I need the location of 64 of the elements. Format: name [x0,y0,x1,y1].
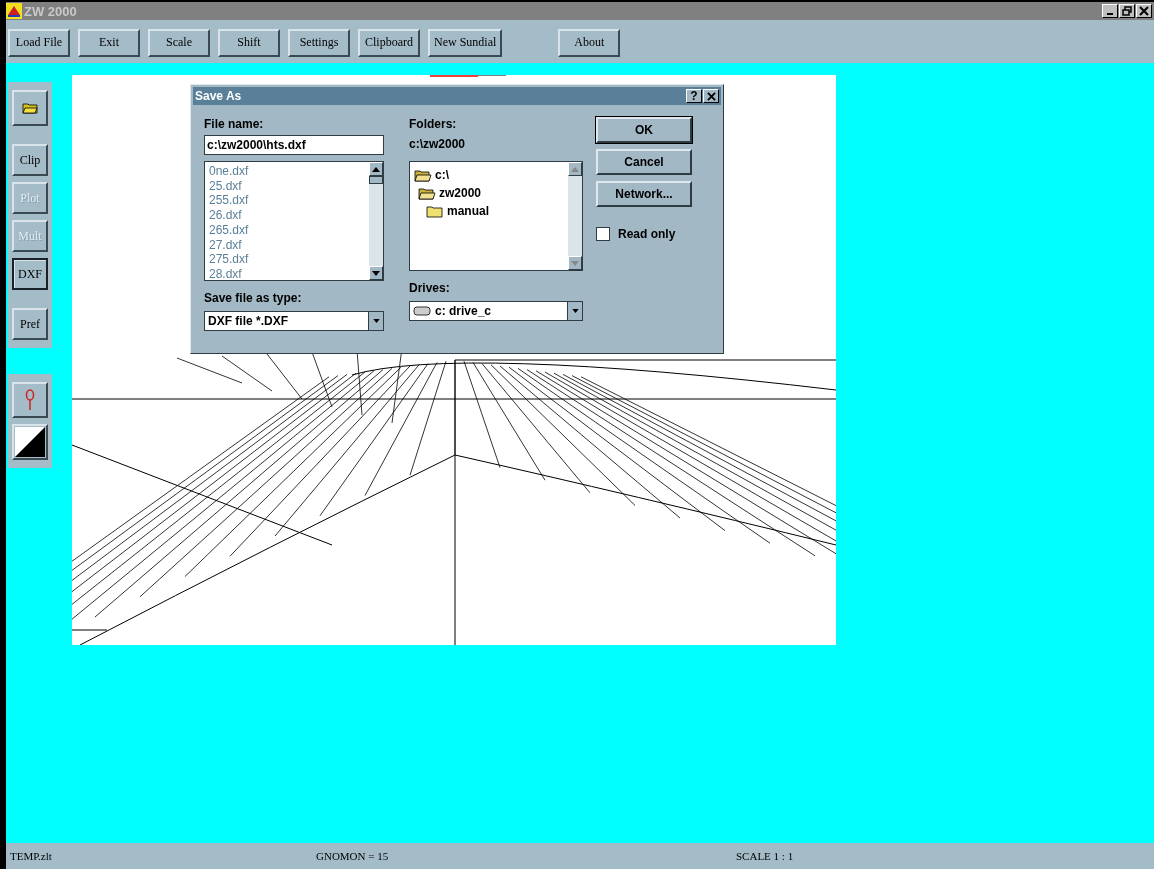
file-item[interactable]: 27.dxf [209,237,365,253]
dialog-title: Save As [195,89,242,103]
close-button[interactable] [703,89,719,103]
side-button[interactable]: DXF [12,258,48,290]
minimize-icon [1107,13,1113,15]
fill-button[interactable] [12,424,48,460]
pin-icon [25,389,35,411]
up-arrow-icon [372,166,380,172]
open-button[interactable] [12,90,48,126]
side-button[interactable]: Clip [12,144,48,176]
app-icon [6,3,22,19]
file-item[interactable]: 255.dxf [209,193,365,209]
file-item[interactable]: 275.dxf [209,252,365,267]
folder-item[interactable]: zw2000 [439,186,482,200]
folder-path: c:\zw2000 [409,137,467,153]
folder-item[interactable]: c:\ [435,168,449,182]
drive-dropdown[interactable]: c: drive_c [409,301,583,321]
close-icon [1139,6,1149,16]
help-button[interactable]: ? [686,89,702,103]
side-button[interactable]: Pref [12,308,48,340]
up-arrow-icon [571,166,579,172]
field-label: Save file as type: [204,291,303,307]
folder-item[interactable]: manual [447,204,489,218]
down-arrow-icon [571,260,579,266]
triangle-icon [15,427,45,457]
toolbar-button[interactable]: Exit [78,28,140,57]
file-name-field[interactable]: c:\zw2000\hts.dxf [204,135,384,155]
scrollbar[interactable] [369,162,383,280]
minimize-button[interactable] [1102,4,1118,18]
file-item[interactable]: 28.dxf [209,266,365,282]
dialog-button[interactable]: Cancel [596,149,692,175]
toolbar-button[interactable]: Load File [8,28,70,57]
dialog-button[interactable]: Network... [596,181,692,207]
close-button[interactable] [1136,4,1152,18]
field-label: Folders: [409,117,458,133]
pin-button[interactable] [12,382,48,418]
folder-icon [22,102,38,114]
toolbar-button[interactable]: Scale [148,28,210,57]
status-text: TEMP.zlt [10,850,53,862]
window-title: ZW 2000 [24,3,77,19]
file-item[interactable]: 0ne.dxf [209,164,365,179]
toolbar-button[interactable]: Settings [288,28,350,57]
restore-button[interactable] [1119,4,1135,18]
file-type-dropdown[interactable]: DXF file *.DXF [204,311,384,331]
restore-icon [1122,6,1132,16]
file-item[interactable]: 265.dxf [209,222,365,238]
field-label: Drives: [409,281,451,297]
down-arrow-icon [372,270,380,276]
toolbar-button[interactable]: About [558,28,621,57]
status-text: SCALE 1 : 1 [736,850,795,862]
toolbar-button[interactable]: Shift [218,28,280,57]
field-label: File name: [204,117,265,133]
down-arrow-icon [571,309,579,313]
drive-icon [413,306,431,316]
close-icon [706,91,716,101]
toolbar-button[interactable]: Clipboard [358,28,420,57]
file-item[interactable]: 25.dxf [209,178,365,194]
scroll-thumb[interactable] [369,176,383,184]
down-arrow-icon [372,319,380,323]
file-item[interactable]: 26.dxf [209,208,365,223]
dialog-button[interactable]: OK [596,117,692,143]
toolbar-button[interactable]: New Sundial [428,28,503,57]
read-only-checkbox[interactable]: Read only [596,227,692,241]
status-text: GNOMON = 15 [316,850,390,862]
